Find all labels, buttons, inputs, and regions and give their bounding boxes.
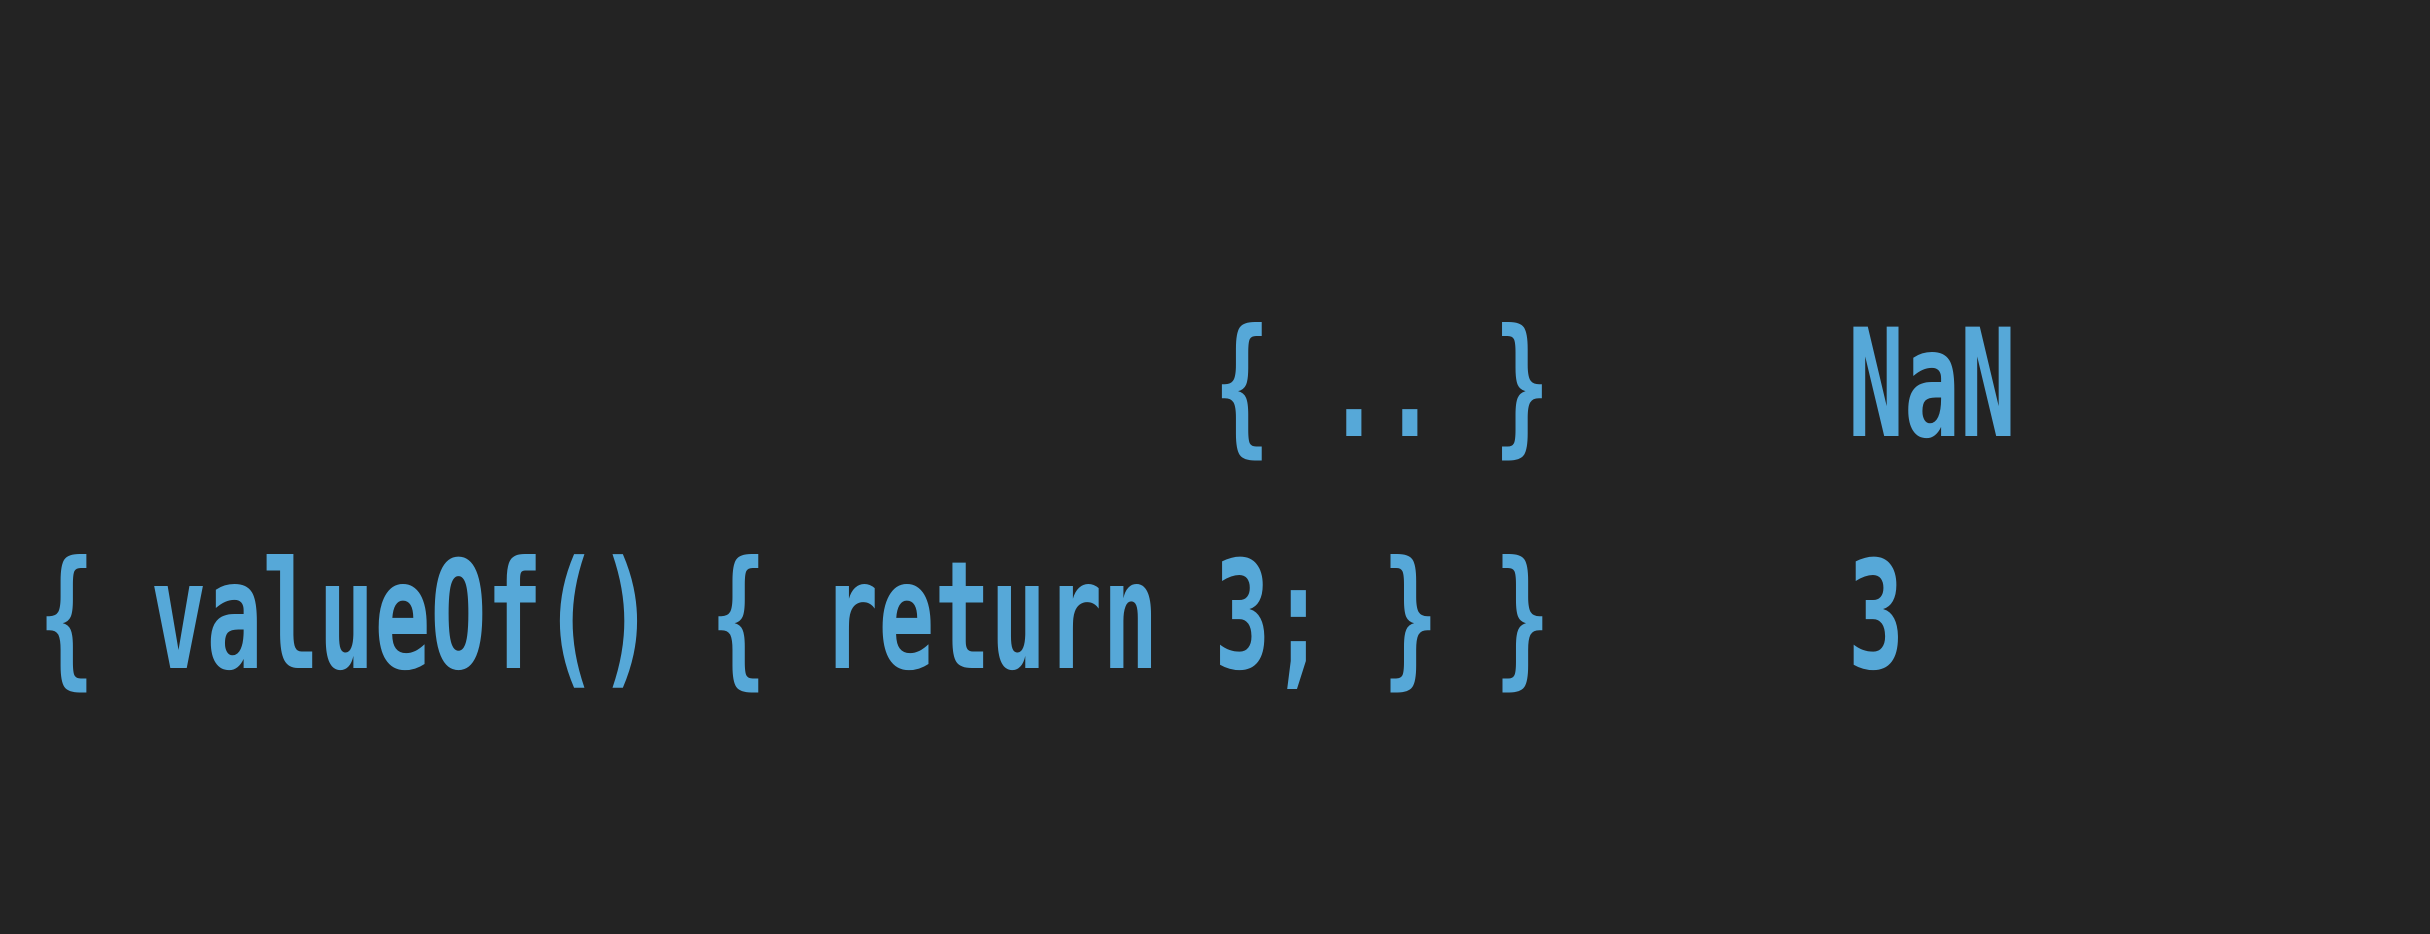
object-expression: { .. } bbox=[1214, 298, 1550, 472]
code-comparison: { .. } NaN { valueOf() { return 3; } } 3 bbox=[0, 300, 2430, 764]
code-row: { .. } NaN bbox=[0, 300, 2430, 532]
coercion-result: 3 bbox=[1848, 530, 1904, 704]
object-expression: { valueOf() { return 3; } } bbox=[38, 530, 1550, 704]
code-row: { valueOf() { return 3; } } 3 bbox=[0, 532, 2430, 764]
coercion-result: NaN bbox=[1848, 298, 2016, 472]
slide: { .. } NaN { valueOf() { return 3; } } 3 bbox=[0, 0, 2430, 934]
